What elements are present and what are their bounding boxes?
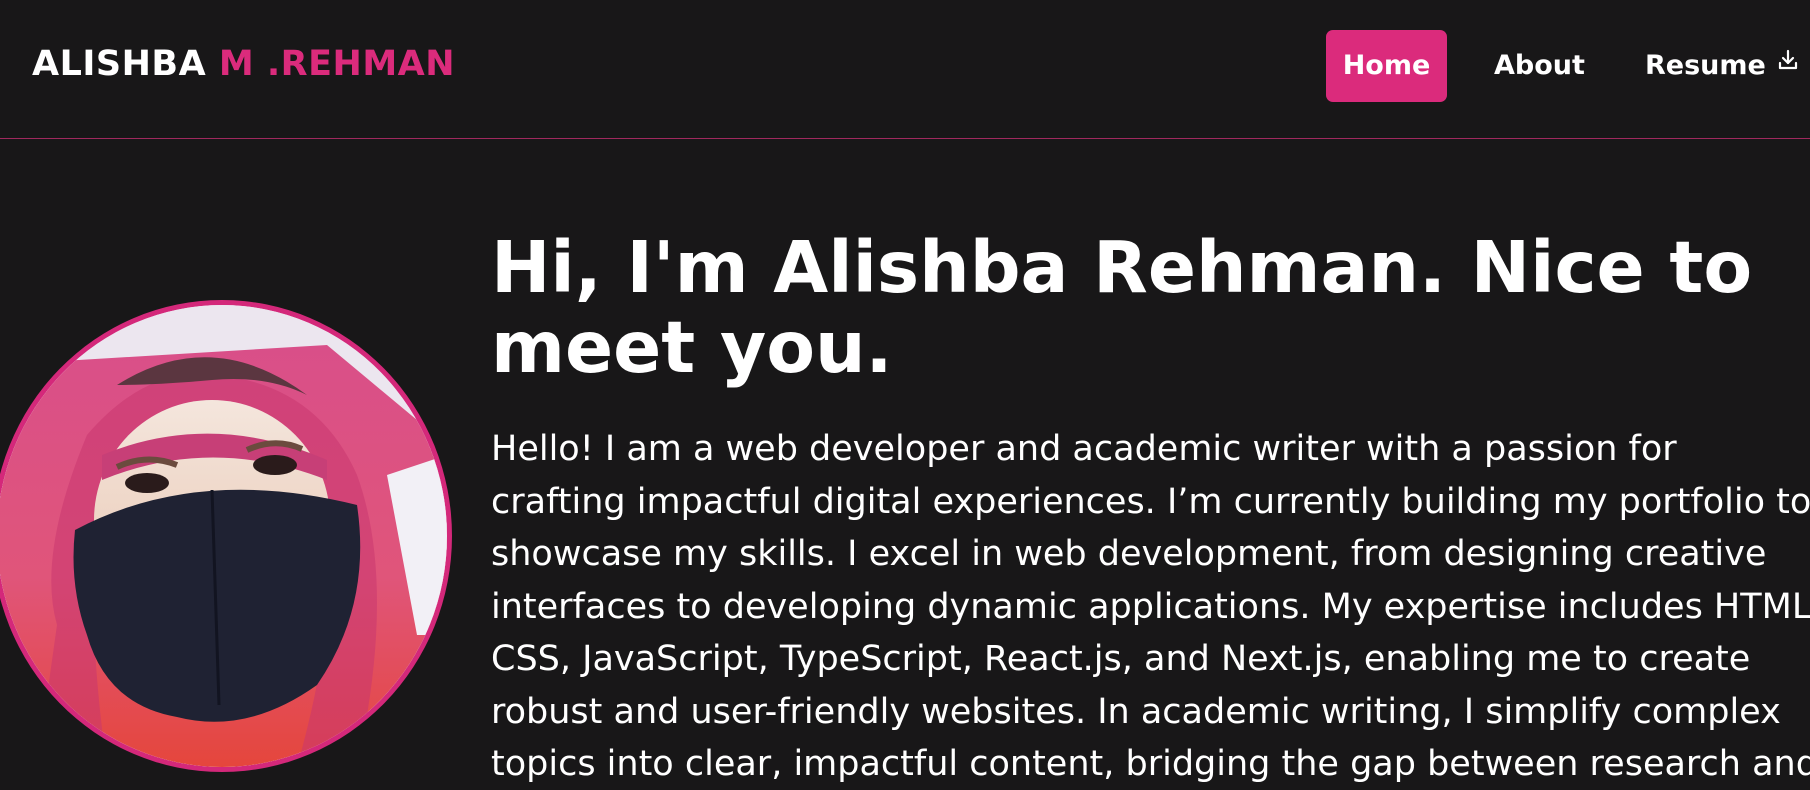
nav-about-link[interactable]: About [1494,30,1585,102]
hero-text-line: showcase my skills. I excel in web devel… [491,534,1767,574]
nav-home-link[interactable]: Home [1326,30,1447,102]
nav-resume-label: Resume [1645,50,1766,81]
hero-text-line: Hello! I am a web developer and academic… [491,429,1677,469]
profile-photo [0,305,447,767]
profile-avatar [0,300,452,772]
hero-text-line: interfaces to developing dynamic applica… [491,586,1810,627]
page: ALISHBA M .REHMAN Home About Resume Hi, … [0,0,1810,790]
hero-title-line-1: Hi, I'm Alishba Rehman. Nice to [491,226,1753,309]
hero-intro-paragraph: Hello! I am a web developer and academic… [491,423,1810,790]
hero-text-line: CSS, JavaScript, TypeScript, React.js, a… [491,639,1751,679]
nav-resume-link[interactable]: Resume [1645,30,1800,102]
brand-last-name: M .REHMAN [218,44,456,84]
brand-logo[interactable]: ALISHBA M .REHMAN [32,44,455,84]
hero-text-line: topics into clear, impactful content, br… [491,744,1810,784]
brand-first-name: ALISHBA [32,44,207,84]
hero-title: Hi, I'm Alishba Rehman. Nice to meet you… [491,228,1791,388]
hero-text-line: robust and user-friendly websites. In ac… [491,691,1781,732]
download-icon [1776,28,1800,100]
hero-text-line: crafting impactful digital experiences. … [491,481,1810,522]
navbar: ALISHBA M .REHMAN Home About Resume [0,0,1810,139]
hero-title-line-2: meet you. [491,306,893,389]
